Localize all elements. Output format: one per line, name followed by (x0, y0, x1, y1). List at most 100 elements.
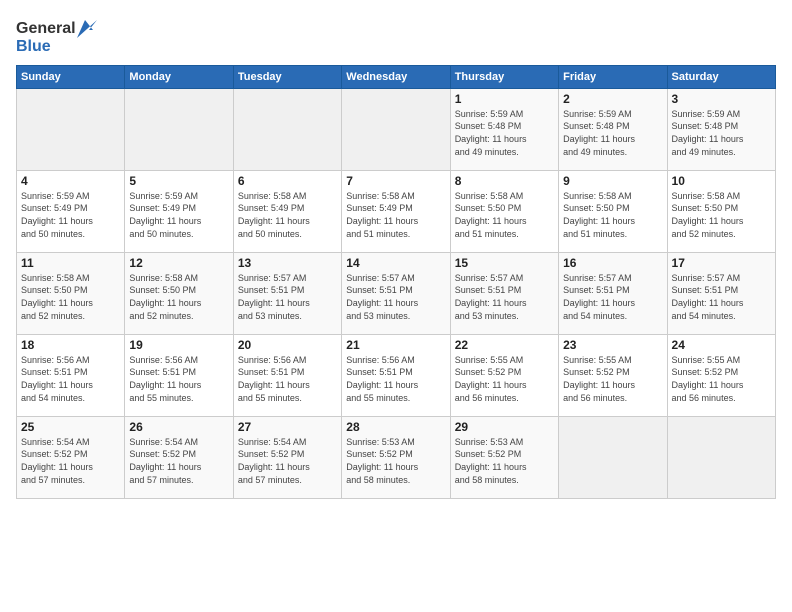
header-cell-saturday: Saturday (667, 65, 775, 88)
day-cell: 27 Sunrise: 5:54 AM Sunset: 5:52 PM Dayli… (233, 416, 341, 498)
day-info: Sunrise: 5:57 AM Sunset: 5:51 PM Dayligh… (672, 272, 771, 322)
header-cell-friday: Friday (559, 65, 667, 88)
week-row-3: 18 Sunrise: 5:56 AM Sunset: 5:51 PM Dayli… (17, 334, 776, 416)
day-cell: 24 Sunrise: 5:55 AM Sunset: 5:52 PM Dayli… (667, 334, 775, 416)
day-cell: 19 Sunrise: 5:56 AM Sunset: 5:51 PM Dayli… (125, 334, 233, 416)
day-number: 26 (129, 420, 228, 434)
day-info: Sunrise: 5:58 AM Sunset: 5:49 PM Dayligh… (346, 190, 445, 240)
day-cell: 12 Sunrise: 5:58 AM Sunset: 5:50 PM Dayli… (125, 252, 233, 334)
day-info: Sunrise: 5:53 AM Sunset: 5:52 PM Dayligh… (346, 436, 445, 486)
week-row-0: 1 Sunrise: 5:59 AM Sunset: 5:48 PM Daylig… (17, 88, 776, 170)
day-cell: 7 Sunrise: 5:58 AM Sunset: 5:49 PM Daylig… (342, 170, 450, 252)
day-info: Sunrise: 5:55 AM Sunset: 5:52 PM Dayligh… (672, 354, 771, 404)
logo: General Blue (16, 20, 97, 57)
day-cell: 23Sunrise: 5:55 AM Sunset: 5:52 PM Dayli… (559, 334, 667, 416)
day-cell: 26 Sunrise: 5:54 AM Sunset: 5:52 PM Dayli… (125, 416, 233, 498)
day-number: 1 (455, 92, 554, 106)
day-info: Sunrise: 5:56 AM Sunset: 5:51 PM Dayligh… (238, 354, 337, 404)
day-info: Sunrise: 5:56 AM Sunset: 5:51 PM Dayligh… (21, 354, 120, 404)
day-number: 18 (21, 338, 120, 352)
day-number: 11 (21, 256, 120, 270)
day-info: Sunrise: 5:58 AM Sunset: 5:50 PM Dayligh… (129, 272, 228, 322)
logo-blue: Blue (16, 38, 97, 56)
day-info: Sunrise: 5:59 AM Sunset: 5:49 PM Dayligh… (129, 190, 228, 240)
day-number: 4 (21, 174, 120, 188)
day-info: Sunrise: 5:59 AM Sunset: 5:48 PM Dayligh… (455, 108, 554, 158)
header-cell-thursday: Thursday (450, 65, 558, 88)
day-cell: 2 Sunrise: 5:59 AM Sunset: 5:48 PM Daylig… (559, 88, 667, 170)
day-info: Sunrise: 5:59 AM Sunset: 5:48 PM Dayligh… (563, 108, 662, 158)
day-info: Sunrise: 5:54 AM Sunset: 5:52 PM Dayligh… (238, 436, 337, 486)
day-info: Sunrise: 5:56 AM Sunset: 5:51 PM Dayligh… (346, 354, 445, 404)
day-cell (559, 416, 667, 498)
day-cell: 16 Sunrise: 5:57 AM Sunset: 5:51 PM Dayli… (559, 252, 667, 334)
header-cell-tuesday: Tuesday (233, 65, 341, 88)
day-cell: 9Sunrise: 5:58 AM Sunset: 5:50 PM Daylig… (559, 170, 667, 252)
day-cell: 15 Sunrise: 5:57 AM Sunset: 5:51 PM Dayli… (450, 252, 558, 334)
day-number: 14 (346, 256, 445, 270)
day-cell: 10 Sunrise: 5:58 AM Sunset: 5:50 PM Dayli… (667, 170, 775, 252)
day-number: 7 (346, 174, 445, 188)
day-number: 8 (455, 174, 554, 188)
day-info: Sunrise: 5:55 AM Sunset: 5:52 PM Dayligh… (563, 354, 662, 404)
day-info: Sunrise: 5:58 AM Sunset: 5:50 PM Dayligh… (455, 190, 554, 240)
day-cell: 8 Sunrise: 5:58 AM Sunset: 5:50 PM Daylig… (450, 170, 558, 252)
day-number: 5 (129, 174, 228, 188)
day-number: 16 (563, 256, 662, 270)
day-number: 17 (672, 256, 771, 270)
day-cell (342, 88, 450, 170)
day-cell (17, 88, 125, 170)
header-row: SundayMondayTuesdayWednesdayThursdayFrid… (17, 65, 776, 88)
day-cell: 13 Sunrise: 5:57 AM Sunset: 5:51 PM Dayli… (233, 252, 341, 334)
day-number: 29 (455, 420, 554, 434)
day-cell: 29 Sunrise: 5:53 AM Sunset: 5:52 PM Dayli… (450, 416, 558, 498)
day-info: Sunrise: 5:53 AM Sunset: 5:52 PM Dayligh… (455, 436, 554, 486)
logo-general: General (16, 20, 76, 38)
header: General Blue (16, 16, 776, 57)
day-info: Sunrise: 5:58 AM Sunset: 5:50 PM Dayligh… (672, 190, 771, 240)
day-cell: 3 Sunrise: 5:59 AM Sunset: 5:48 PM Daylig… (667, 88, 775, 170)
week-row-2: 11 Sunrise: 5:58 AM Sunset: 5:50 PM Dayli… (17, 252, 776, 334)
day-info: Sunrise: 5:58 AM Sunset: 5:49 PM Dayligh… (238, 190, 337, 240)
day-cell: 4 Sunrise: 5:59 AM Sunset: 5:49 PM Daylig… (17, 170, 125, 252)
day-number: 10 (672, 174, 771, 188)
day-cell (667, 416, 775, 498)
day-number: 12 (129, 256, 228, 270)
day-cell: 17 Sunrise: 5:57 AM Sunset: 5:51 PM Dayli… (667, 252, 775, 334)
day-cell: 5 Sunrise: 5:59 AM Sunset: 5:49 PM Daylig… (125, 170, 233, 252)
day-cell: 14Sunrise: 5:57 AM Sunset: 5:51 PM Dayli… (342, 252, 450, 334)
day-number: 27 (238, 420, 337, 434)
day-number: 20 (238, 338, 337, 352)
header-cell-sunday: Sunday (17, 65, 125, 88)
day-info: Sunrise: 5:57 AM Sunset: 5:51 PM Dayligh… (563, 272, 662, 322)
logo-arrow-icon (77, 20, 97, 38)
day-info: Sunrise: 5:57 AM Sunset: 5:51 PM Dayligh… (238, 272, 337, 322)
day-cell: 6 Sunrise: 5:58 AM Sunset: 5:49 PM Daylig… (233, 170, 341, 252)
day-cell: 11 Sunrise: 5:58 AM Sunset: 5:50 PM Dayli… (17, 252, 125, 334)
day-info: Sunrise: 5:58 AM Sunset: 5:50 PM Dayligh… (21, 272, 120, 322)
day-info: Sunrise: 5:56 AM Sunset: 5:51 PM Dayligh… (129, 354, 228, 404)
day-info: Sunrise: 5:59 AM Sunset: 5:48 PM Dayligh… (672, 108, 771, 158)
calendar-table: SundayMondayTuesdayWednesdayThursdayFrid… (16, 65, 776, 499)
day-number: 9 (563, 174, 662, 188)
day-cell (125, 88, 233, 170)
day-number: 15 (455, 256, 554, 270)
day-number: 25 (21, 420, 120, 434)
day-number: 13 (238, 256, 337, 270)
day-info: Sunrise: 5:54 AM Sunset: 5:52 PM Dayligh… (129, 436, 228, 486)
day-number: 2 (563, 92, 662, 106)
day-number: 19 (129, 338, 228, 352)
day-number: 24 (672, 338, 771, 352)
day-info: Sunrise: 5:57 AM Sunset: 5:51 PM Dayligh… (455, 272, 554, 322)
day-number: 3 (672, 92, 771, 106)
day-cell: 25Sunrise: 5:54 AM Sunset: 5:52 PM Dayli… (17, 416, 125, 498)
day-cell: 21Sunrise: 5:56 AM Sunset: 5:51 PM Dayli… (342, 334, 450, 416)
day-number: 22 (455, 338, 554, 352)
day-number: 6 (238, 174, 337, 188)
page: General Blue SundayMondayTuesdayWednesda… (0, 0, 792, 612)
day-cell: 20 Sunrise: 5:56 AM Sunset: 5:51 PM Dayli… (233, 334, 341, 416)
day-cell: 18 Sunrise: 5:56 AM Sunset: 5:51 PM Dayli… (17, 334, 125, 416)
day-info: Sunrise: 5:55 AM Sunset: 5:52 PM Dayligh… (455, 354, 554, 404)
header-cell-wednesday: Wednesday (342, 65, 450, 88)
day-info: Sunrise: 5:59 AM Sunset: 5:49 PM Dayligh… (21, 190, 120, 240)
